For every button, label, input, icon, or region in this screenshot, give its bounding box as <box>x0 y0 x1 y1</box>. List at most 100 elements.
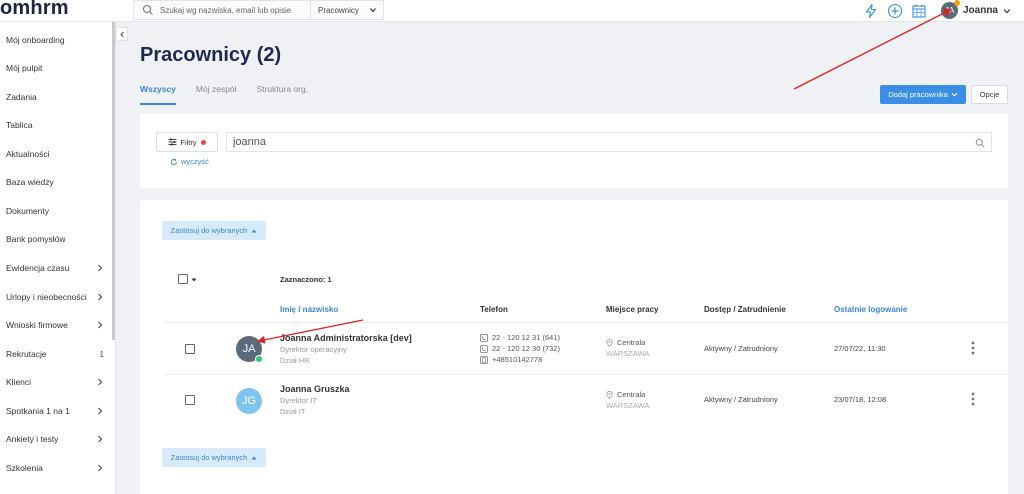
search-icon <box>142 4 153 15</box>
phone-office-1[interactable]: 22 - 120 12 31 (641) <box>480 333 560 342</box>
sidebar-item-label: Klienci <box>6 377 32 387</box>
sidebar-item[interactable]: Mój onboarding <box>6 30 110 50</box>
phone-number: 22 - 120 12 31 (641) <box>492 333 560 342</box>
search-icon <box>975 138 985 148</box>
sidebar-item-label: Aktualności <box>6 149 50 159</box>
chevron-right-icon <box>98 407 103 415</box>
phone-number: +48510142778 <box>492 355 543 364</box>
tab-my-team[interactable]: Mój zespół <box>196 84 237 105</box>
phone-icon <box>480 344 488 353</box>
column-header-access: Dostęp / Zatrudnienie <box>704 305 786 314</box>
mobile-phone-icon <box>480 355 488 364</box>
sidebar-item[interactable]: Urlopy i nieobecności <box>6 287 110 307</box>
sidebar-item[interactable]: Ankiety i testy <box>6 429 110 449</box>
refresh-icon <box>170 157 177 165</box>
row-checkbox[interactable] <box>185 395 195 405</box>
avatar: JA <box>940 0 960 19</box>
sidebar-item[interactable]: Klienci <box>6 372 110 392</box>
phone-icon <box>480 333 488 342</box>
active-filter-dot <box>200 139 206 145</box>
chevron-down-icon <box>951 92 958 97</box>
clear-filters-label: wyczyść <box>181 157 209 166</box>
chevron-right-icon <box>98 321 103 329</box>
app-logo[interactable]: omhrm <box>0 0 69 20</box>
sidebar-item[interactable]: Mój pulpit <box>6 58 110 78</box>
caret-down-icon[interactable] <box>191 278 197 282</box>
location-city: WARSZAWA <box>606 401 650 410</box>
sidebar-item[interactable]: Rekrutacje 1 <box>6 344 110 364</box>
phone-office-2[interactable]: 22 - 120 12 30 (732) <box>480 344 560 353</box>
apply-to-selected-button-bottom[interactable]: Zastosuj do wybranych <box>162 448 266 467</box>
sidebar-item-label: Szkolenia <box>6 463 43 473</box>
more-options-icon[interactable] <box>971 341 975 355</box>
location-name: Centrala <box>617 338 646 347</box>
sidebar-item-label: Baza wiedzy <box>6 177 54 187</box>
tab-org-structure[interactable]: Struktura org. <box>257 84 309 105</box>
phone-number: 22 - 120 12 30 (732) <box>492 344 560 353</box>
location-pin-icon <box>606 338 613 347</box>
options-button[interactable]: Opcje <box>971 85 1008 104</box>
notification-dot <box>953 0 960 6</box>
add-employee-button[interactable]: Dodaj pracownika <box>880 85 966 104</box>
avatar[interactable]: JG <box>236 388 262 414</box>
last-login: 23/07/18, 12:08 <box>834 395 887 404</box>
online-status-dot <box>255 355 263 363</box>
sidebar-item[interactable]: Spotkania 1 na 1 <box>6 401 110 421</box>
chevron-right-icon <box>98 378 103 386</box>
add-employee-label: Dodaj pracownika <box>888 90 948 99</box>
row-divider <box>164 374 1008 375</box>
user-menu[interactable]: JA Joanna <box>940 0 1012 19</box>
filter-search-input[interactable] <box>233 136 933 148</box>
access-status: Aktywny / Zatrudniony <box>704 395 778 404</box>
filters-button[interactable]: Filtry <box>156 132 218 152</box>
more-options-icon[interactable] <box>971 392 975 406</box>
sidebar-item[interactable]: Bank pomysłów <box>6 229 110 249</box>
sidebar-collapse-button[interactable] <box>116 27 128 41</box>
apply-label: Zastosuj do wybranych <box>170 226 248 235</box>
chevron-right-icon <box>98 435 103 443</box>
tabs: Wszyscy Mój zespół Struktura org. <box>140 84 328 105</box>
row-checkbox[interactable] <box>185 344 195 354</box>
row-divider <box>164 322 1008 323</box>
search-field[interactable] <box>134 1 311 19</box>
sidebar-item[interactable]: Baza wiedzy <box>6 172 110 192</box>
clear-filters-link[interactable]: wyczyść <box>170 157 209 166</box>
calendar-icon[interactable] <box>911 3 927 19</box>
sidebar-item-label: Ewidencja czasu <box>6 263 70 273</box>
tab-all[interactable]: Wszyscy <box>140 84 176 105</box>
chevron-right-icon <box>98 464 103 472</box>
sidebar-item[interactable]: Aktualności <box>6 144 110 164</box>
phone-mobile[interactable]: +48510142778 <box>480 355 542 364</box>
filter-panel: Filtry wyczyść <box>140 114 1008 188</box>
chevron-right-icon <box>98 293 103 301</box>
sidebar-item[interactable]: Dokumenty <box>6 201 110 221</box>
search-input[interactable] <box>160 5 300 15</box>
sidebar-item[interactable]: Ewidencja czasu <box>6 258 110 278</box>
avatar-initials: JA <box>242 343 256 355</box>
apply-to-selected-button-top[interactable]: Zastosuj do wybranych <box>162 221 266 240</box>
add-icon[interactable] <box>887 3 903 19</box>
search-scope-label: Pracownicy <box>318 5 359 15</box>
employee-name[interactable]: Joanna Gruszka <box>280 384 350 394</box>
chevron-down-icon <box>1003 8 1011 13</box>
chevron-up-icon <box>251 456 257 459</box>
sidebar-item[interactable]: Szkolenia <box>6 458 110 478</box>
column-header-last-login[interactable]: Ostatnie logowanie <box>834 305 907 314</box>
sidebar-item-label: Tablica <box>6 120 33 130</box>
sidebar-item[interactable]: Wnioski firmowe <box>6 315 110 335</box>
avatar[interactable]: JA <box>236 336 263 363</box>
select-all-checkbox[interactable] <box>178 274 188 284</box>
selected-count: Zaznaczono: 1 <box>280 275 332 284</box>
sidebar-item-label: Dokumenty <box>6 206 49 216</box>
sidebar-item-label: Mój onboarding <box>6 35 65 45</box>
sidebar-item[interactable]: Tablica <box>6 115 110 135</box>
top-actions: JA Joanna <box>855 0 1012 19</box>
workplace-location: Centrala <box>606 338 645 347</box>
column-header-name[interactable]: Imię i nazwisko <box>280 305 338 314</box>
employee-name[interactable]: Joanna Administratorska [dev] <box>280 333 412 343</box>
sidebar-item[interactable]: Zadania <box>6 87 110 107</box>
lightning-icon[interactable] <box>863 3 879 19</box>
sidebar-scrollbar[interactable] <box>112 22 115 340</box>
search-scope-select[interactable]: Pracownicy <box>311 1 383 19</box>
filter-search[interactable] <box>226 132 992 152</box>
